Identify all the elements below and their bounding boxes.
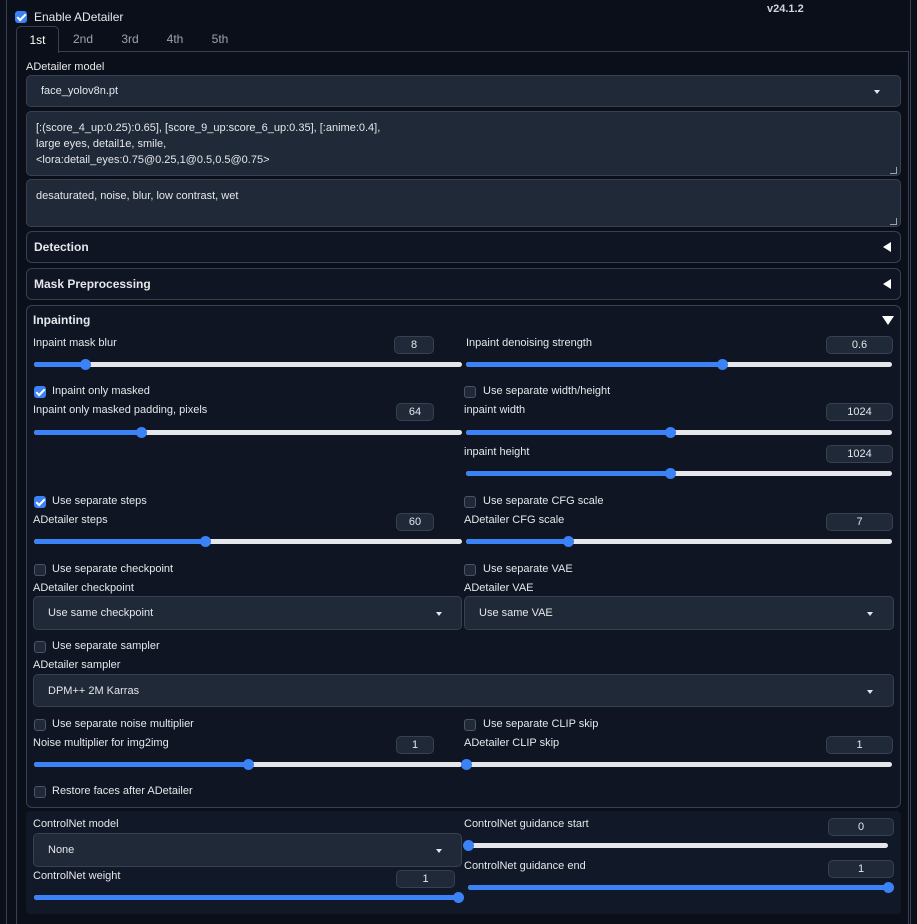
steps-label: ADetailer steps (33, 514, 108, 526)
padding-slider[interactable] (34, 427, 462, 438)
steps-slider[interactable] (34, 536, 462, 547)
width-input[interactable]: 1024 (826, 403, 893, 421)
mask-blur-label: Inpaint mask blur (33, 337, 117, 349)
enable-adetailer-label: Enable ADetailer (34, 10, 124, 24)
sampler-value: DPM++ 2M Karras (48, 685, 140, 697)
guidance-end-input[interactable]: 1 (828, 860, 894, 878)
padding-input[interactable]: 64 (396, 403, 434, 421)
noise-input[interactable]: 1 (396, 736, 434, 754)
model-value: face_yolov8n.pt (41, 85, 119, 97)
chevron-down-icon (874, 90, 880, 94)
separate-noise-checkbox[interactable] (34, 719, 46, 731)
chevron-down-icon (867, 690, 873, 694)
tab-2nd[interactable]: 2nd (62, 26, 104, 52)
checkpoint-dropdown[interactable]: Use same checkpoint (33, 596, 462, 630)
noise-label: Noise multiplier for img2img (33, 737, 169, 749)
vae-dropdown[interactable]: Use same VAE (464, 596, 894, 630)
denoising-input[interactable]: 0.6 (826, 336, 893, 354)
controlnet-model-dropdown[interactable]: None (33, 833, 462, 867)
enable-adetailer-checkbox[interactable] (15, 11, 27, 23)
separate-wh-checkbox[interactable] (464, 386, 476, 398)
prompt-textarea[interactable]: [:(score_4_up:0.25):0.65], [score_9_up:s… (26, 111, 901, 176)
negative-prompt-textarea[interactable]: desaturated, noise, blur, low contrast, … (26, 179, 901, 227)
mask-blur-input[interactable]: 8 (394, 336, 434, 354)
separate-checkpoint-checkbox[interactable] (34, 564, 46, 576)
controlnet-model-value: None (48, 844, 75, 856)
separate-vae-checkbox[interactable] (464, 564, 476, 576)
separate-cfg-label: Use separate CFG scale (483, 495, 604, 507)
height-label: inpaint height (464, 446, 530, 458)
vae-label: ADetailer VAE (464, 582, 534, 594)
controlnet-weight-input[interactable]: 1 (396, 870, 455, 888)
collapse-arrow-icon (883, 279, 891, 289)
separate-steps-label: Use separate steps (52, 495, 147, 507)
version-label: v24.1.2 (767, 3, 804, 15)
collapse-arrow-icon (883, 242, 891, 252)
height-slider[interactable] (466, 468, 892, 479)
resize-grip-icon (890, 218, 897, 225)
model-dropdown[interactable]: face_yolov8n.pt (26, 75, 901, 107)
tab-3rd[interactable]: 3rd (110, 26, 150, 52)
denoising-slider[interactable] (466, 359, 892, 370)
chevron-down-icon (867, 612, 873, 616)
cfg-label: ADetailer CFG scale (464, 514, 565, 526)
inpainting-accordion (26, 305, 901, 808)
separate-clip-checkbox[interactable] (464, 719, 476, 731)
cfg-input[interactable]: 7 (826, 513, 893, 531)
clip-skip-input[interactable]: 1 (826, 736, 893, 754)
tab-4th[interactable]: 4th (156, 26, 194, 52)
only-masked-label: Inpaint only masked (52, 385, 150, 397)
checkpoint-value: Use same checkpoint (48, 607, 154, 619)
mask-preprocessing-accordion[interactable]: Mask Preprocessing (26, 268, 901, 300)
height-input[interactable]: 1024 (826, 445, 893, 463)
tab-1st-label: 1st (29, 33, 46, 47)
tab-1st[interactable]: 1st (16, 26, 59, 53)
mask-preprocessing-title: Mask Preprocessing (34, 277, 151, 291)
separate-noise-label: Use separate noise multiplier (52, 718, 194, 730)
separate-clip-label: Use separate CLIP skip (483, 718, 599, 730)
sampler-label: ADetailer sampler (33, 659, 121, 671)
detection-title: Detection (34, 240, 89, 254)
steps-input[interactable]: 60 (396, 513, 434, 531)
vae-value: Use same VAE (479, 607, 553, 619)
checkpoint-label: ADetailer checkpoint (33, 582, 134, 594)
inpainting-title[interactable]: Inpainting (33, 313, 90, 327)
resize-grip-icon (890, 167, 897, 174)
only-masked-checkbox[interactable] (34, 386, 46, 398)
noise-slider[interactable] (34, 759, 462, 770)
guidance-start-input[interactable]: 0 (828, 818, 894, 836)
guidance-start-slider[interactable] (463, 840, 888, 851)
clip-skip-slider[interactable] (461, 759, 892, 770)
sampler-dropdown[interactable]: DPM++ 2M Karras (33, 674, 894, 707)
separate-cfg-checkbox[interactable] (464, 496, 476, 508)
denoising-label: Inpaint denoising strength (466, 337, 592, 349)
chevron-down-icon (436, 849, 442, 853)
guidance-start-label: ControlNet guidance start (464, 818, 589, 830)
controlnet-weight-label: ControlNet weight (33, 870, 121, 882)
guidance-end-label: ControlNet guidance end (464, 860, 586, 872)
width-slider[interactable] (466, 427, 892, 438)
width-label: inpaint width (464, 404, 526, 416)
controlnet-model-label: ControlNet model (33, 818, 119, 830)
padding-label: Inpaint only masked padding, pixels (33, 404, 208, 416)
separate-steps-checkbox[interactable] (34, 496, 46, 508)
detection-accordion[interactable]: Detection (26, 231, 901, 263)
separate-sampler-checkbox[interactable] (34, 641, 46, 653)
model-label: ADetailer model (26, 61, 105, 73)
restore-faces-checkbox[interactable] (34, 786, 46, 798)
chevron-down-icon (436, 612, 442, 616)
tab-5th[interactable]: 5th (200, 26, 240, 52)
separate-wh-label: Use separate width/height (483, 385, 611, 397)
cfg-slider[interactable] (466, 536, 892, 547)
mask-blur-slider[interactable] (34, 359, 462, 370)
restore-faces-label: Restore faces after ADetailer (52, 785, 193, 797)
separate-sampler-label: Use separate sampler (52, 640, 160, 652)
separate-vae-label: Use separate VAE (483, 563, 573, 575)
expand-arrow-icon[interactable] (882, 316, 894, 325)
guidance-end-slider[interactable] (468, 882, 894, 893)
clip-skip-label: ADetailer CLIP skip (464, 737, 560, 749)
controlnet-weight-slider[interactable] (34, 892, 464, 903)
separate-checkpoint-label: Use separate checkpoint (52, 563, 174, 575)
